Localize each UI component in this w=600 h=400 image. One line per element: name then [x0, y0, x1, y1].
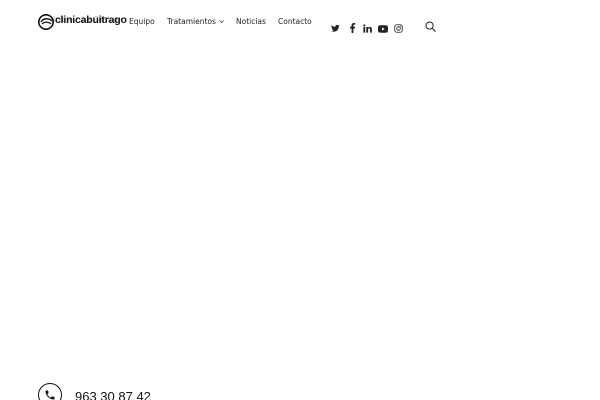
nav-item-contacto[interactable]: Contacto: [278, 17, 312, 26]
twitter-icon: [331, 24, 340, 32]
phone-icon: [45, 390, 55, 400]
linkedin-link[interactable]: [363, 18, 372, 33]
twitter-link[interactable]: [331, 18, 340, 32]
linkedin-icon: [363, 24, 372, 33]
youtube-icon: [378, 25, 388, 33]
logo-mark-icon: [38, 14, 54, 30]
phone-button[interactable]: [38, 383, 62, 400]
facebook-icon: [350, 23, 356, 33]
instagram-icon: [394, 24, 403, 33]
nav-item-tratamientos[interactable]: Tratamientos: [167, 17, 224, 26]
search-icon: [425, 21, 436, 32]
brand-name: clinicabuitrago: [55, 14, 127, 26]
instagram-link[interactable]: [394, 18, 403, 33]
nav-item-tratamientos-label: Tratamientos: [167, 17, 216, 26]
page: Inicio La Clínica clinicabuitrago Equipo…: [0, 0, 600, 400]
phone-number-link[interactable]: 963 30 87 42: [75, 389, 151, 400]
search-button[interactable]: [425, 17, 437, 32]
youtube-link[interactable]: [378, 18, 388, 33]
chevron-down-icon: [219, 20, 224, 23]
site-logo[interactable]: clinicabuitrago: [38, 13, 127, 33]
nav-item-equipo[interactable]: Equipo: [129, 17, 155, 26]
site-header: Inicio La Clínica clinicabuitrago Equipo…: [0, 0, 600, 46]
nav-item-noticias[interactable]: Noticias: [236, 17, 266, 26]
facebook-link[interactable]: [349, 18, 356, 33]
